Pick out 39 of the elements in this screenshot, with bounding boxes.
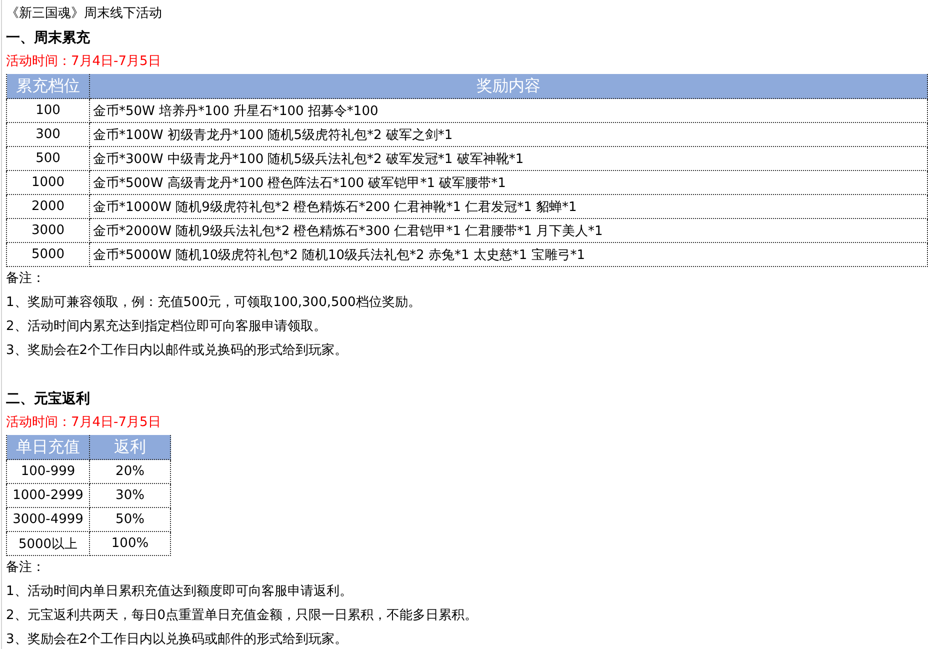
note-text: 3、奖励会在2个工作日内以邮件或兑换码的形式给到玩家。 (6, 342, 349, 360)
section-heading: 一、周末累充 (6, 28, 91, 48)
activity-time: 活动时间：7月4日-7月5日 (6, 414, 162, 432)
table-cell: 金币*100W 初级青龙丹*100 随机5级虎符礼包*2 破军之剑*1 (90, 122, 928, 146)
table-cell: 30% (90, 484, 170, 508)
notes-label: 备注： (6, 270, 46, 288)
note-text: 2、元宝返利共两天，每日0点重置单日充值金额，只限一日累积，不能多日累积。 (6, 607, 479, 625)
note-text: 1、奖励可兼容领取，例：充值500元，可领取100,300,500档位奖励。 (6, 294, 422, 312)
table-cell: 金币*2000W 随机9级兵法礼包*2 橙色精炼石*300 仁君铠甲*1 仁君腰带*1 月下美人*1 (90, 218, 928, 242)
column-header: 返利 (90, 435, 170, 460)
note-text: 1、活动时间内单日累积充值达到额度即可向客服申请返利。 (6, 583, 354, 601)
table-cell: 3000-4999 (6, 508, 90, 532)
table-cell: 金币*50W 培养丹*100 升星石*100 招募令*100 (90, 98, 928, 122)
note-text: 2、活动时间内累充达到指定档位即可向客服申请领取。 (6, 318, 328, 336)
table-cell: 300 (6, 122, 90, 146)
section-heading: 二、元宝返利 (6, 390, 91, 409)
activity-time: 活动时间：7月4日-7月5日 (6, 53, 162, 71)
table-cell: 1000 (6, 170, 90, 194)
table-cell: 金币*500W 高级青龙丹*100 橙色阵法石*100 破军铠甲*1 破军腰带*1 (90, 170, 928, 194)
column-header: 奖励内容 (90, 74, 928, 98)
table-cell: 500 (6, 146, 90, 170)
table-cell: 20% (90, 460, 170, 484)
table-cell: 100% (90, 532, 170, 556)
note-text: 3、奖励会在2个工作日内以兑换码或邮件的形式给到玩家。 (6, 631, 349, 649)
table-cell: 3000 (6, 218, 90, 242)
sheet-title: 《新三国魂》周末线下活动 (6, 5, 163, 23)
table-cell: 1000-2999 (6, 484, 90, 508)
table-cell: 100-999 (6, 460, 90, 484)
column-header: 单日充值 (6, 435, 90, 460)
table-cell: 50% (90, 508, 170, 532)
notes-label: 备注： (6, 559, 46, 577)
table-cell: 100 (6, 98, 90, 122)
table-cell: 5000以上 (6, 532, 90, 556)
column-header: 累充档位 (6, 74, 90, 98)
table-cell: 金币*5000W 随机10级虎符礼包*2 随机10级兵法礼包*2 赤兔*1 太史慈*1 宝雕弓*1 (90, 242, 928, 266)
table-cell: 2000 (6, 194, 90, 218)
table-cell: 金币*300W 中级青龙丹*100 随机5级兵法礼包*2 破军发冠*1 破军神靴*1 (90, 146, 928, 170)
table-cell: 5000 (6, 242, 90, 266)
table-cell: 金币*1000W 随机9级虎符礼包*2 橙色精炼石*200 仁君神靴*1 仁君发冠*1 貂蝉*1 (90, 194, 928, 218)
